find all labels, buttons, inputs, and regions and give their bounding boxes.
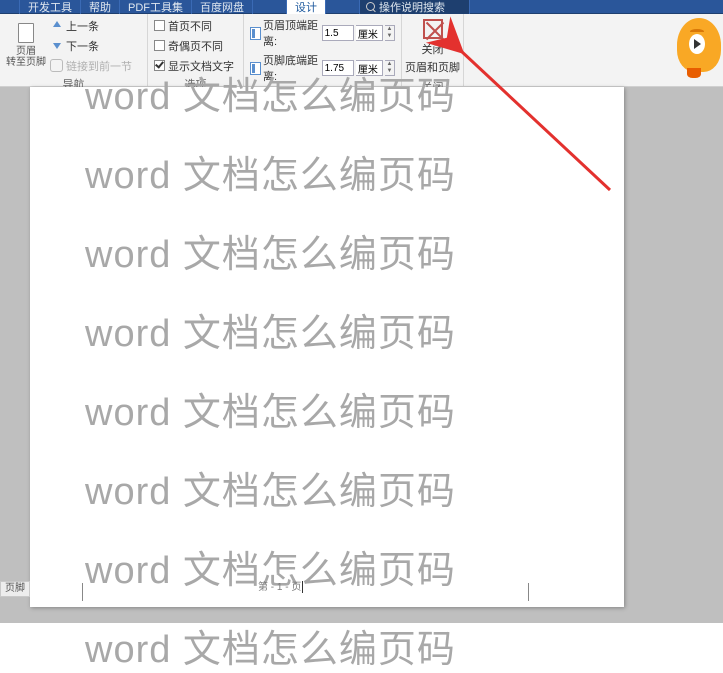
odd-even-diff-checkbox[interactable]: 奇偶页不同: [154, 37, 234, 54]
tab-help[interactable]: 帮助: [81, 0, 120, 14]
search-placeholder: 操作说明搜索: [379, 0, 445, 15]
text-line: word 文档怎么编页码: [85, 223, 624, 278]
checkbox-icon: [154, 40, 165, 51]
text-line: word 文档怎么编页码: [85, 539, 624, 594]
assistant-mascot[interactable]: [673, 10, 723, 80]
spinner[interactable]: ▲▼: [385, 25, 395, 41]
header-distance-input[interactable]: 1.5: [322, 25, 354, 41]
document-workspace: word 文档怎么编页码 word 文档怎么编页码 word 文档怎么编页码 w…: [0, 87, 723, 623]
next-button[interactable]: 下一条: [50, 37, 132, 54]
text-line: word 文档怎么编页码: [85, 381, 624, 436]
arrow-down-icon: [50, 39, 63, 52]
footer-margin-right-handle[interactable]: [528, 583, 529, 601]
prev-button[interactable]: 上一条: [50, 17, 132, 34]
tab-pdf[interactable]: PDF工具集: [120, 0, 192, 14]
first-page-diff-checkbox[interactable]: 首页不同: [154, 17, 234, 34]
text-line: word 文档怎么编页码: [85, 144, 624, 199]
tab-design[interactable]: 设计: [287, 0, 326, 14]
search-icon: [366, 2, 375, 11]
header-icon: [18, 23, 34, 43]
page-number-footer[interactable]: 第 - 1 - 页: [258, 578, 303, 593]
tab-gap: [253, 0, 287, 14]
close-icon: [423, 19, 443, 39]
text-line: word 文档怎么编页码: [85, 618, 624, 673]
ribbon-tabbar: 开发工具 帮助 PDF工具集 百度网盘 设计 操作说明搜索: [0, 0, 723, 14]
page-content: word 文档怎么编页码 word 文档怎么编页码 word 文档怎么编页码 w…: [30, 65, 624, 673]
document-page[interactable]: word 文档怎么编页码 word 文档怎么编页码 word 文档怎么编页码 w…: [30, 87, 624, 607]
tab-spacer: [0, 0, 20, 14]
text-line: word 文档怎么编页码: [85, 302, 624, 357]
tab-baidu[interactable]: 百度网盘: [192, 0, 253, 14]
tab-dev[interactable]: 开发工具: [20, 0, 81, 14]
text-line: word 文档怎么编页码: [85, 460, 624, 515]
footer-tab-label[interactable]: 页脚: [0, 581, 30, 597]
text-line: word 文档怎么编页码: [85, 65, 624, 120]
header-pos-icon: [250, 27, 261, 40]
arrow-up-icon: [50, 19, 63, 32]
tell-me-search[interactable]: 操作说明搜索: [360, 0, 470, 14]
tab-gap2: [326, 0, 360, 14]
checkbox-icon: [154, 20, 165, 31]
header-distance-field[interactable]: 页眉顶端距离: 1.5 厘米 ▲▼: [250, 17, 395, 49]
footer-margin-left-handle[interactable]: [82, 583, 83, 601]
